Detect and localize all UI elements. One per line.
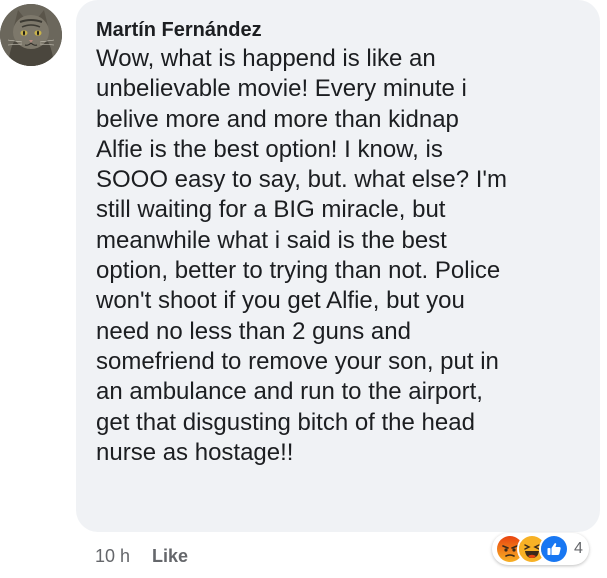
comment-footer: 10 h Like xyxy=(95,546,188,567)
comment-line: still waiting for a BIG miracle, but xyxy=(96,196,446,224)
comment: Martín Fernández Wow, what is happend is… xyxy=(0,0,607,578)
comment-bubble: Martín Fernández Wow, what is happend is… xyxy=(76,0,600,532)
like-button[interactable]: Like xyxy=(152,546,188,567)
comment-line: option, better to trying than not. Polic… xyxy=(96,257,501,285)
comment-line: meanwhile what i said is the best xyxy=(96,226,447,254)
comment-line: need no less than 2 guns and xyxy=(96,317,411,345)
reaction-count: 4 xyxy=(574,540,583,557)
comment-line: get that disgusting bitch of the head xyxy=(96,408,475,436)
comment-line: nurse as hostage!! xyxy=(96,438,294,466)
avatar[interactable] xyxy=(0,4,62,66)
comment-line: won't shoot if you get Alfie, but you xyxy=(96,287,465,315)
comment-line: somefriend to remove your son, put in xyxy=(96,347,499,375)
comment-line: an ambulance and run to the airport, xyxy=(96,378,483,406)
comment-author[interactable]: Martín Fernández xyxy=(96,18,582,42)
reaction-summary[interactable]: 4 xyxy=(492,533,589,565)
like-icon xyxy=(539,534,569,564)
comment-timestamp[interactable]: 10 h xyxy=(95,546,130,567)
comment-line: unbelievable movie! Every minute i xyxy=(96,75,467,103)
comment-line: Wow, what is happend is like an xyxy=(96,45,436,72)
comment-line: belive more and more than kidnap xyxy=(96,105,459,133)
comment-line: SOOO easy to say, but. what else? I'm xyxy=(96,166,507,194)
cat-avatar-icon xyxy=(0,4,62,66)
comment-text: Wow, what is happend is like an unbeliev… xyxy=(96,44,582,468)
comment-line: Alfie is the best option! I know, is xyxy=(96,135,443,163)
